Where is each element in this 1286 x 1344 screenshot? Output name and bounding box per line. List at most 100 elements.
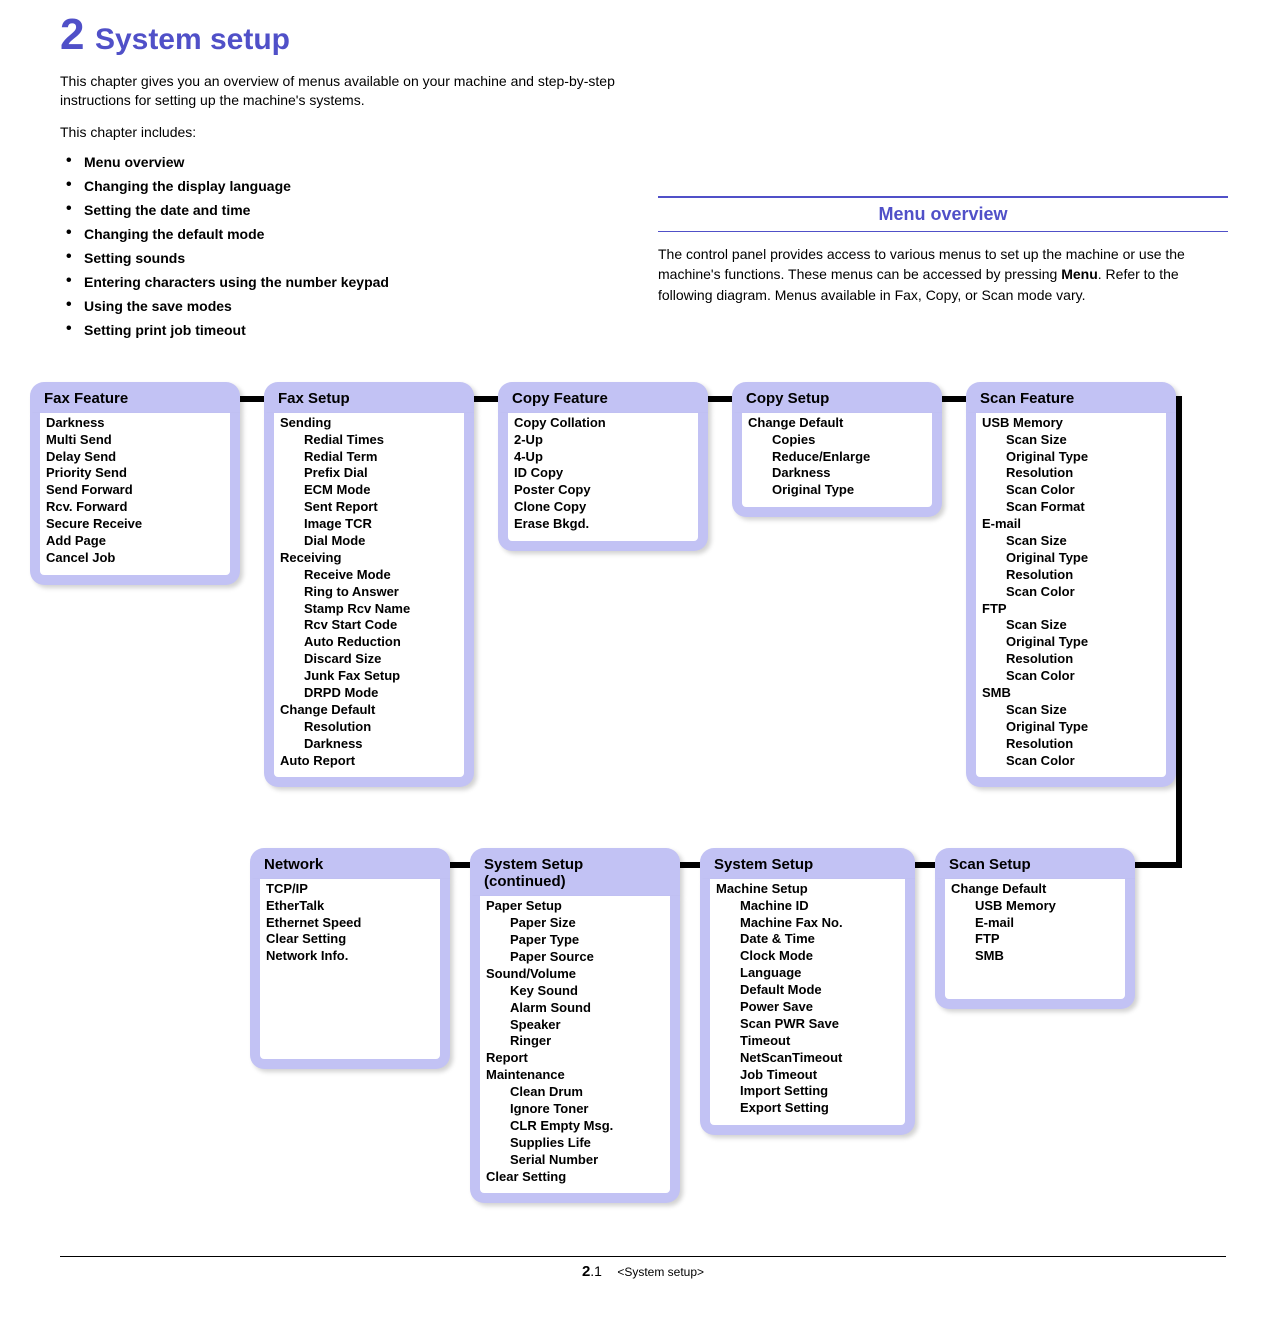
menu-box-copy-setup: Copy Setup Change Default Copies Reduce/… [732, 382, 942, 517]
overview-heading: Menu overview [658, 196, 1228, 232]
menu-box-title: Copy Setup [732, 382, 942, 413]
chapter-number: 2 [60, 10, 84, 60]
menu-item: Report [486, 1050, 664, 1067]
menu-box-body: Sending Redial Times Redial Term Prefix … [264, 413, 474, 788]
menu-subitem: Paper Type [510, 932, 664, 949]
menu-subitem: Original Type [1006, 634, 1160, 651]
menu-item: 4-Up [514, 449, 692, 466]
menu-subitem: Resolution [1006, 651, 1160, 668]
menu-box-scan-setup: Scan Setup Change Default USB Memory E-m… [935, 848, 1135, 1009]
menu-subitem: Speaker [510, 1017, 664, 1034]
menu-subitem: Scan Size [1006, 533, 1160, 550]
menu-item: Receiving [280, 550, 458, 567]
menu-subitem: Timeout [740, 1033, 899, 1050]
menu-subitem: Language [740, 965, 899, 982]
menu-box-body: TCP/IP EtherTalk Ethernet Speed Clear Se… [250, 879, 450, 1069]
menu-box-title: System Setup [700, 848, 915, 879]
menu-box-title: Scan Setup [935, 848, 1135, 879]
menu-overview-section: Menu overview The control panel provides… [658, 196, 1228, 305]
menu-item: Machine Setup [716, 881, 899, 898]
menu-box-fax-feature: Fax Feature Darkness Multi Send Delay Se… [30, 382, 240, 585]
menu-subitem: Scan PWR Save [740, 1016, 899, 1033]
menu-item: Paper Setup [486, 898, 664, 915]
menu-item: Clone Copy [514, 499, 692, 516]
menu-subitem: Export Setting [740, 1100, 899, 1117]
menu-item: Priority Send [46, 465, 224, 482]
menu-subitem: Supplies Life [510, 1135, 664, 1152]
toc-item[interactable]: Changing the display language [62, 174, 1226, 198]
menu-subitem: Dial Mode [304, 533, 458, 550]
menu-subitem: SMB [975, 948, 1119, 965]
menu-subitem: Scan Color [1006, 668, 1160, 685]
menu-box-title-line1: System Setup [484, 856, 583, 873]
menu-item: Send Forward [46, 482, 224, 499]
menu-box-system-setup: System Setup Machine Setup Machine ID Ma… [700, 848, 915, 1135]
menu-subitem: Resolution [1006, 465, 1160, 482]
menu-subitem: DRPD Mode [304, 685, 458, 702]
chapter-title: System setup [95, 23, 290, 57]
menu-subitem: Prefix Dial [304, 465, 458, 482]
menu-box-title: Fax Setup [264, 382, 474, 413]
menu-subitem: Reduce/Enlarge [772, 449, 926, 466]
menu-box-body: Machine Setup Machine ID Machine Fax No.… [700, 879, 915, 1135]
footer-page-sub: .1 [590, 1263, 602, 1279]
menu-subitem: Machine ID [740, 898, 899, 915]
toc-item[interactable]: Menu overview [62, 150, 1226, 174]
menu-subitem: Darkness [772, 465, 926, 482]
menu-subitem: USB Memory [975, 898, 1119, 915]
menu-subitem: Original Type [772, 482, 926, 499]
menu-subitem: Receive Mode [304, 567, 458, 584]
overview-body-bold: Menu [1061, 266, 1098, 282]
menu-subitem: Ringer [510, 1033, 664, 1050]
menu-item: Change Default [951, 881, 1119, 898]
menu-subitem: Resolution [1006, 567, 1160, 584]
menu-subitem: Redial Times [304, 432, 458, 449]
menu-subitem: Auto Reduction [304, 634, 458, 651]
menu-item: Rcv. Forward [46, 499, 224, 516]
menu-subitem: E-mail [975, 915, 1119, 932]
menu-item: Secure Receive [46, 516, 224, 533]
menu-subitem: Scan Size [1006, 432, 1160, 449]
menu-item: Maintenance [486, 1067, 664, 1084]
menu-item: Clear Setting [486, 1169, 664, 1186]
footer-page-title: <System setup> [617, 1265, 704, 1279]
menu-item: Sending [280, 415, 458, 432]
menu-box-copy-feature: Copy Feature Copy Collation 2-Up 4-Up ID… [498, 382, 708, 551]
menu-item: Poster Copy [514, 482, 692, 499]
menu-subitem: Job Timeout [740, 1067, 899, 1084]
menu-subitem: Darkness [304, 736, 458, 753]
menu-item: Auto Report [280, 753, 458, 770]
menu-item: Ethernet Speed [266, 915, 434, 932]
menu-subitem: Key Sound [510, 983, 664, 1000]
menu-box-body: Paper Setup Paper Size Paper Type Paper … [470, 896, 680, 1203]
menu-item: Cancel Job [46, 550, 224, 567]
menu-box-title: System Setup (continued) [470, 848, 680, 897]
menu-item: Copy Collation [514, 415, 692, 432]
menu-box-body: Change Default Copies Reduce/Enlarge Dar… [732, 413, 942, 517]
menu-subitem: Sent Report [304, 499, 458, 516]
menu-subitem: Redial Term [304, 449, 458, 466]
chapter-heading: 2 System setup [60, 10, 1226, 60]
menu-box-network: Network TCP/IP EtherTalk Ethernet Speed … [250, 848, 450, 1069]
menu-subitem: Scan Color [1006, 584, 1160, 601]
menu-subitem: Scan Size [1006, 617, 1160, 634]
intro-paragraph: This chapter gives you an overview of me… [60, 72, 620, 110]
menu-subitem: Power Save [740, 999, 899, 1016]
toc-item[interactable]: Setting print job timeout [62, 318, 1226, 342]
menu-item: EtherTalk [266, 898, 434, 915]
menu-item: Multi Send [46, 432, 224, 449]
menu-subitem: Alarm Sound [510, 1000, 664, 1017]
menu-subitem: Rcv Start Code [304, 617, 458, 634]
menu-box-fax-setup: Fax Setup Sending Redial Times Redial Te… [264, 382, 474, 788]
menu-box-body: Darkness Multi Send Delay Send Priority … [30, 413, 240, 585]
menu-box-title: Copy Feature [498, 382, 708, 413]
menu-subitem: Stamp Rcv Name [304, 601, 458, 618]
page-footer: 2.1 <System setup> [60, 1256, 1226, 1280]
menu-subitem: Paper Source [510, 949, 664, 966]
menu-subitem: Original Type [1006, 719, 1160, 736]
menu-item: E-mail [982, 516, 1160, 533]
menu-subitem: Date & Time [740, 931, 899, 948]
menu-subitem: Original Type [1006, 449, 1160, 466]
connector-vbar-right [1176, 396, 1182, 868]
menu-box-system-setup-continued: System Setup (continued) Paper Setup Pap… [470, 848, 680, 1204]
